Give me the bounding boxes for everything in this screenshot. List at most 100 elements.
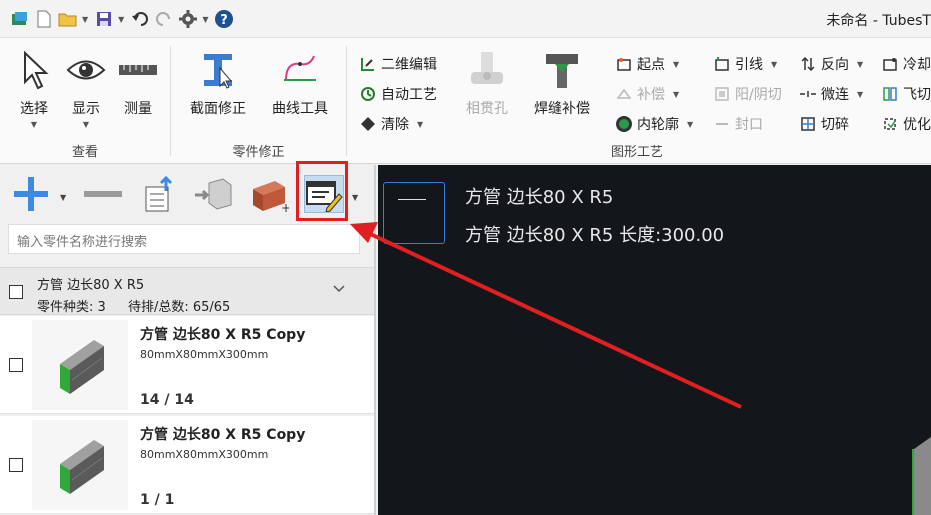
part-kinds: 零件种类: 3 [37, 300, 106, 315]
app-logo-icon [10, 8, 30, 30]
clear-button[interactable]: 清除 ▼ [359, 112, 423, 136]
remove-part-button[interactable] [82, 173, 124, 215]
window-title: 未命名 - TubesT [826, 13, 931, 29]
brick-tube-icon: + [253, 181, 289, 213]
lead-line-button[interactable]: 引线 ▼ [713, 52, 777, 76]
shatter-icon [799, 115, 817, 133]
settings-gear-icon[interactable] [178, 8, 198, 30]
part-checkbox[interactable] [9, 358, 23, 372]
clear-dropdown-icon: ▼ [417, 119, 424, 129]
part-group-header[interactable]: 方管 边长80 X R5 零件种类: 3 待排/总数: 65/65 [0, 267, 374, 315]
minus-icon [84, 191, 122, 197]
inner-contour-button[interactable]: 内轮廓 ▼ [615, 112, 693, 136]
part-checkbox[interactable] [9, 458, 23, 472]
group-checkbox[interactable] [9, 285, 23, 299]
auto-process-icon [359, 85, 377, 103]
ruler-icon [116, 48, 160, 92]
measure-button[interactable]: 测量 [116, 48, 160, 118]
pending-total: 待排/总数: 65/65 [127, 300, 231, 315]
weld-compensation-button[interactable]: 焊缝补偿 [527, 48, 597, 118]
seal-button[interactable]: 封口 [713, 112, 763, 136]
parts-panel: ▼ + ▼ 输入零件名称进行搜索 方管 边长80 X R5 零件种类: 3 待排… [0, 161, 376, 515]
part-search-input[interactable]: 输入零件名称进行搜索 [8, 224, 360, 254]
intersect-hole-button[interactable]: 相贯孔 [459, 48, 515, 118]
eraser-icon [359, 115, 377, 133]
fly-cut-button[interactable]: 飞切 [881, 82, 931, 106]
part-fix-group: 截面修正 曲线工具 零件修正 [171, 38, 346, 164]
settings-dropdown-icon[interactable]: ▼ [202, 15, 208, 24]
part-preview-box[interactable] [383, 182, 445, 244]
part-thumbnail [32, 420, 128, 510]
export-list-icon [145, 175, 173, 212]
part-name: 方管 边长80 X R5 Copy [140, 327, 306, 343]
eye-icon [64, 48, 108, 92]
part-list-item[interactable]: 方管 边长80 X R5 Copy 80mmX80mmX300mm 14 / 1… [0, 316, 374, 414]
part-list-item[interactable]: 方管 边长80 X R5 Copy 80mmX80mmX300mm 1 / 1 [0, 416, 374, 514]
parts-toolbar: ▼ + ▼ [0, 161, 376, 225]
graphic-process-group-label: 图形工艺 [610, 145, 663, 160]
select-button[interactable]: 选择 ▼ [12, 48, 56, 129]
yin-yang-cut-button[interactable]: 阳/阴切 [713, 82, 782, 106]
ribbon: 选择 ▼ 显示 ▼ 测量 查看 截面修正 曲线工具 零件修正 二维编辑 自动工艺… [0, 38, 931, 164]
inner-contour-icon [615, 115, 633, 133]
optimize-button[interactable]: 优化 [881, 112, 931, 136]
open-dropdown-icon[interactable]: ▼ [82, 15, 88, 24]
section-fix-button[interactable]: 截面修正 [187, 48, 249, 118]
curve-tool-button[interactable]: 曲线工具 [269, 48, 331, 118]
part-count: 14 / 14 [140, 392, 194, 408]
add-tube-button[interactable]: + [248, 173, 290, 215]
quick-access-toolbar: ▼ ▼ ▼ ? [10, 8, 238, 30]
pipe-intersect-icon [465, 48, 509, 92]
add-part-dropdown-icon[interactable]: ▼ [60, 193, 66, 202]
import-part-button[interactable] [192, 173, 234, 215]
highlight-box [296, 161, 348, 221]
open-folder-icon[interactable] [58, 8, 78, 30]
shatter-button[interactable]: 切碎 [799, 112, 849, 136]
view-group-label: 查看 [71, 145, 98, 160]
display-button[interactable]: 显示 ▼ [64, 48, 108, 129]
micro-joint-dropdown-icon: ▼ [857, 89, 864, 99]
part-dimensions: 80mmX80mmX300mm [140, 348, 269, 361]
weld-tee-icon [540, 48, 584, 92]
start-point-dropdown-icon: ▼ [673, 59, 680, 69]
reverse-button[interactable]: 反向 ▼ [799, 52, 863, 76]
compensate-dropdown-icon: ▼ [673, 89, 680, 99]
plus-icon [14, 177, 48, 211]
optimize-icon [881, 115, 899, 133]
select-dropdown-icon: ▼ [30, 120, 38, 129]
redo-icon[interactable] [154, 8, 174, 30]
edit-part-dropdown-icon[interactable]: ▼ [352, 193, 358, 202]
micro-joint-button[interactable]: 微连 ▼ [799, 82, 863, 106]
save-icon[interactable] [94, 8, 114, 30]
undo-icon[interactable] [130, 8, 150, 30]
help-icon[interactable]: ? [214, 8, 234, 30]
group-stats: 零件种类: 3 待排/总数: 65/65 [37, 296, 248, 315]
reverse-arrows-icon [799, 55, 817, 73]
part-count: 1 / 1 [140, 492, 175, 508]
auto-process-button[interactable]: 自动工艺 [359, 82, 437, 106]
drawing-canvas[interactable]: 方管 边长80 X R5 方管 边长80 X R5 长度:300.00 [378, 165, 931, 515]
micro-joint-icon [799, 85, 817, 103]
start-point-button[interactable]: 起点 ▼ [615, 52, 679, 76]
svg-text:?: ? [221, 13, 229, 28]
part-dimensions: 80mmX80mmX300mm [140, 448, 269, 461]
edit-2d-icon [359, 55, 377, 73]
part-corner-edge [912, 437, 931, 515]
add-part-button[interactable] [10, 173, 52, 215]
canvas-part-length-label: 方管 边长80 X R5 长度:300.00 [465, 225, 725, 246]
graphic-process-group: 二维编辑 自动工艺 清除 ▼ 相贯孔 焊缝补偿 起点 ▼ 补偿 ▼ 内轮廓 ▼ … [347, 38, 931, 164]
new-file-icon[interactable] [34, 8, 54, 30]
i-beam-cursor-icon [196, 48, 240, 92]
cooling-button[interactable]: 冷却 [881, 52, 931, 76]
inner-contour-dropdown-icon: ▼ [687, 119, 694, 129]
edit-2d-button[interactable]: 二维编辑 [359, 52, 437, 76]
chevron-down-icon[interactable] [332, 282, 346, 296]
save-dropdown-icon[interactable]: ▼ [118, 15, 124, 24]
cursor-arrow-icon [12, 48, 56, 92]
compensate-button[interactable]: 补偿 ▼ [615, 82, 679, 106]
export-list-button[interactable] [138, 173, 180, 215]
yin-yang-cut-icon [713, 85, 731, 103]
fly-cut-icon [881, 85, 899, 103]
import-part-icon [195, 178, 232, 210]
part-thumbnail [32, 320, 128, 410]
